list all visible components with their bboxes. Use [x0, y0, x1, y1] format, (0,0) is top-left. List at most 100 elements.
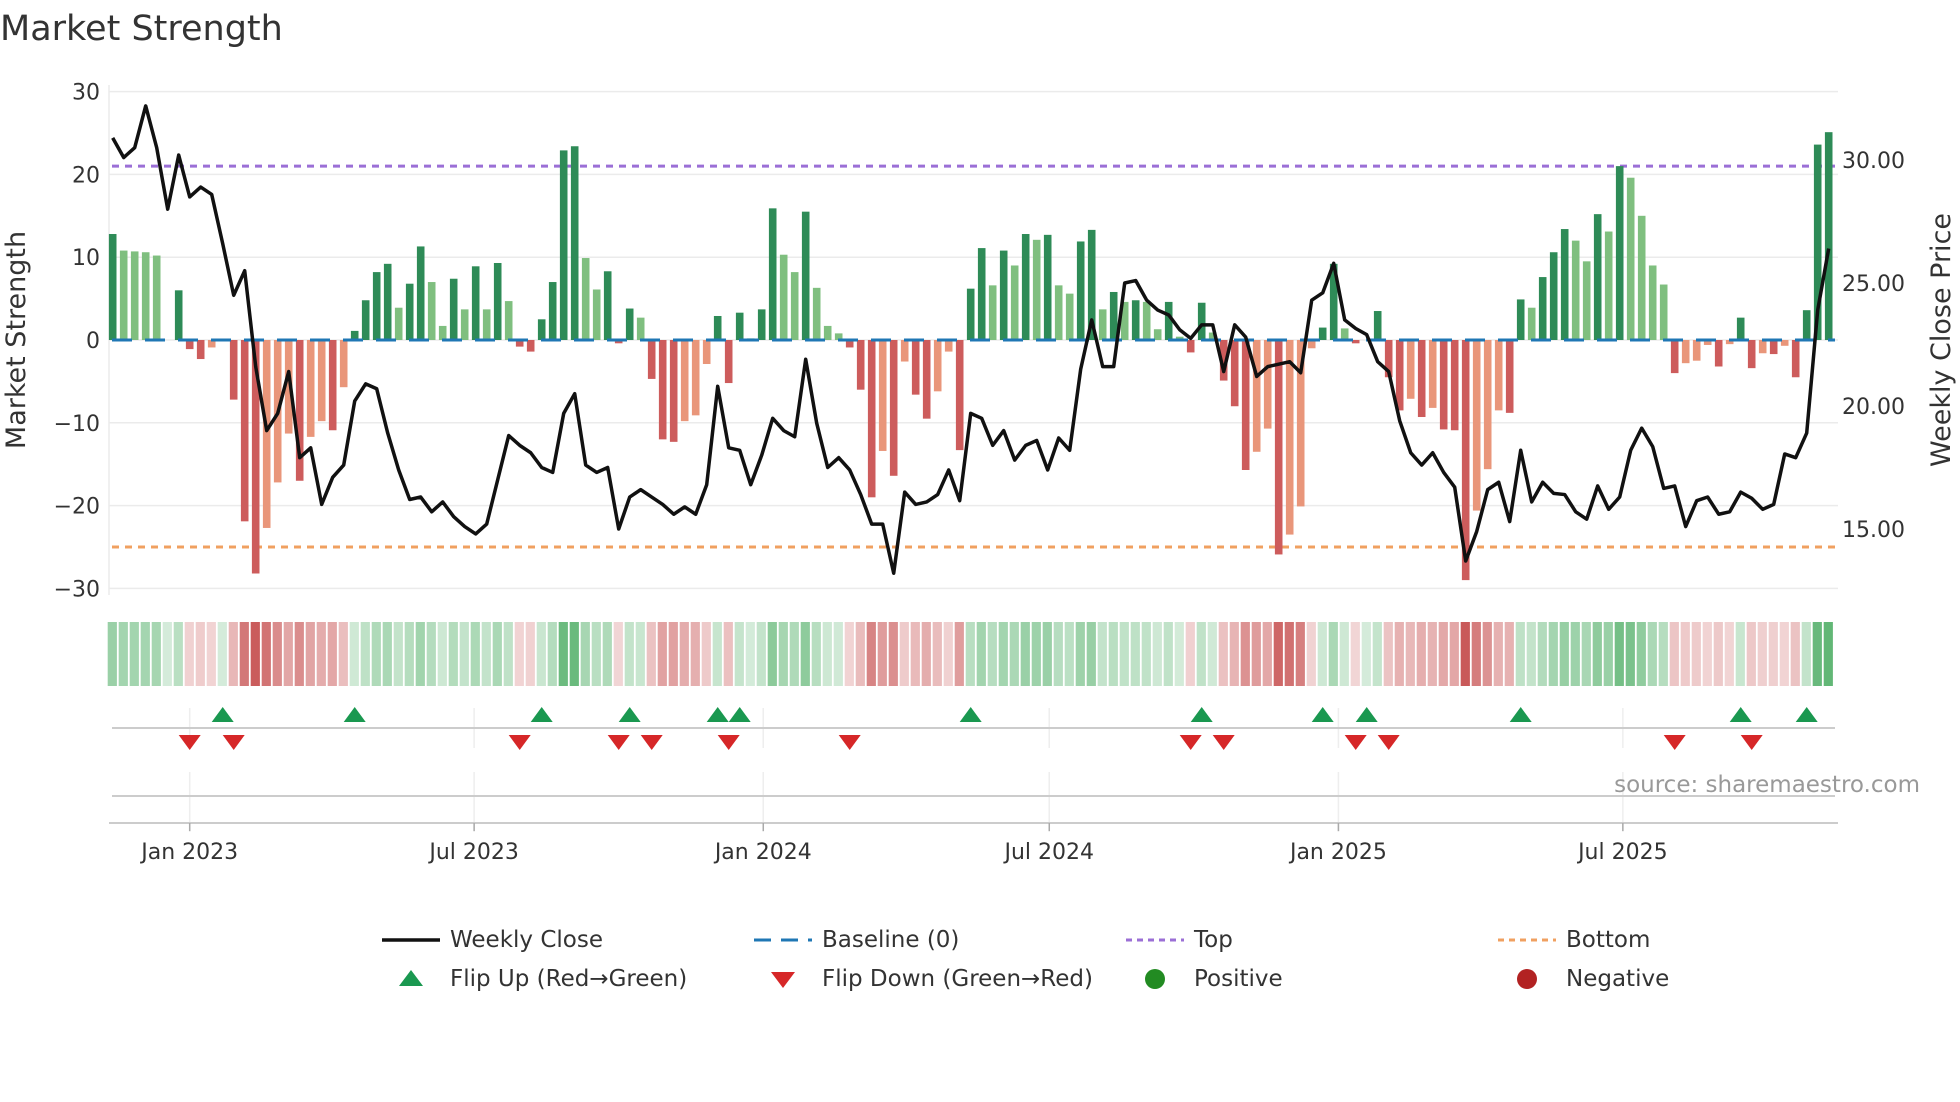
- strength-bar: [603, 271, 612, 340]
- strength-bar: [570, 146, 579, 340]
- strength-bar: [735, 312, 744, 340]
- strength-bar: [1538, 277, 1547, 340]
- strip-cell: [1141, 622, 1151, 686]
- y-tick-label: 0: [86, 329, 100, 354]
- strength-bar: [867, 340, 876, 498]
- strip-cell: [1273, 622, 1283, 686]
- y-tick-label: −20: [54, 495, 100, 520]
- strip-cell: [1009, 622, 1019, 686]
- strength-bar: [1582, 261, 1591, 340]
- strength-bar: [306, 340, 315, 437]
- reference-lines: [112, 164, 1835, 549]
- strength-bar: [1549, 252, 1558, 340]
- strip-cell: [745, 622, 755, 686]
- strip-cell: [415, 622, 425, 686]
- strip-cell: [1823, 622, 1833, 686]
- strip-cell: [1636, 622, 1646, 686]
- strength-bar: [1516, 299, 1525, 340]
- flip-up-marker: [211, 707, 234, 722]
- flip-up-marker: [618, 707, 641, 722]
- strength-bar: [1395, 340, 1404, 411]
- flip-up-marker: [706, 707, 729, 722]
- strip-cell: [679, 622, 689, 686]
- y-tick-label: −10: [54, 412, 100, 437]
- strength-bar: [394, 307, 403, 340]
- strength-bar: [647, 340, 656, 379]
- strip-cell: [195, 622, 205, 686]
- strip-cell: [635, 622, 645, 686]
- strength-bar: [878, 340, 887, 451]
- strip-cell: [1163, 622, 1173, 686]
- strength-bar: [581, 258, 590, 340]
- strength-bar: [1109, 291, 1118, 340]
- strip-cell: [1614, 622, 1624, 686]
- flip-down-marker: [178, 735, 201, 750]
- strength-bar: [361, 300, 370, 340]
- strength-bar: [1417, 340, 1426, 418]
- strength-bar: [1142, 301, 1151, 340]
- strip-cell: [1746, 622, 1756, 686]
- strip-cell: [1053, 622, 1063, 686]
- strength-bar: [1626, 177, 1635, 340]
- strength-bar: [1681, 340, 1690, 364]
- strip-cell: [921, 622, 931, 686]
- strength-bar: [933, 340, 942, 392]
- strip-cell: [1812, 622, 1822, 686]
- y-axis-left: 30 20 10 0 −10 −20 −30: [54, 81, 100, 603]
- y2-tick-label: 25.00: [1842, 272, 1905, 297]
- strip-cell: [844, 622, 854, 686]
- strip-cell: [305, 622, 315, 686]
- strength-bar: [1340, 328, 1349, 340]
- strip-cell: [800, 622, 810, 686]
- strip-cell: [943, 622, 953, 686]
- strip-cell: [1031, 622, 1041, 686]
- strength-bar: [1406, 340, 1415, 399]
- strength-bar: [1054, 285, 1063, 340]
- strength-bar: [1637, 215, 1646, 340]
- flip-up-marker: [728, 707, 751, 722]
- strip-cell: [206, 622, 216, 686]
- strip-cell: [338, 622, 348, 686]
- strip-cell: [1152, 622, 1162, 686]
- strip-cell: [470, 622, 480, 686]
- strength-bar: [1263, 340, 1272, 429]
- strip-cell: [1603, 622, 1613, 686]
- strength-bar: [317, 340, 326, 422]
- strip-cell: [1482, 622, 1492, 686]
- strip-cell: [1119, 622, 1129, 686]
- strength-bar: [1153, 329, 1162, 340]
- strength-bar: [1373, 311, 1382, 340]
- strip-cell: [1361, 622, 1371, 686]
- strength-heat-strip: [107, 622, 1833, 686]
- strength-bar: [1450, 340, 1459, 431]
- strength-bar: [680, 340, 689, 422]
- strength-bar: [1252, 340, 1261, 452]
- strip-cell: [1735, 622, 1745, 686]
- strip-cell: [1317, 622, 1327, 686]
- x-tick-label: Jul 2024: [1003, 840, 1095, 865]
- strip-cell: [1262, 622, 1272, 686]
- y2-tick-label: 30.00: [1842, 149, 1905, 174]
- strength-bar: [1076, 241, 1085, 340]
- flip-markers: [112, 707, 1835, 832]
- source-label: source: sharemaestro.com: [1614, 772, 1920, 798]
- strength-bar: [592, 289, 601, 340]
- strip-cell: [1372, 622, 1382, 686]
- strip-cell: [1174, 622, 1184, 686]
- strip-cell: [723, 622, 733, 686]
- strength-bar: [1670, 340, 1679, 374]
- strength-bar: [1021, 234, 1030, 340]
- strength-bar: [900, 340, 909, 362]
- strength-bar: [328, 340, 337, 431]
- strip-cell: [1251, 622, 1261, 686]
- flip-down-marker: [1740, 735, 1763, 750]
- strength-bar: [1593, 214, 1602, 340]
- strength-bar: [1065, 293, 1074, 340]
- strength-bar: [1758, 340, 1767, 354]
- strength-bar: [889, 340, 898, 476]
- flip-down-marker: [1663, 735, 1686, 750]
- strip-cell: [877, 622, 887, 686]
- strip-cell: [1790, 622, 1800, 686]
- strip-cell: [822, 622, 832, 686]
- strip-cell: [481, 622, 491, 686]
